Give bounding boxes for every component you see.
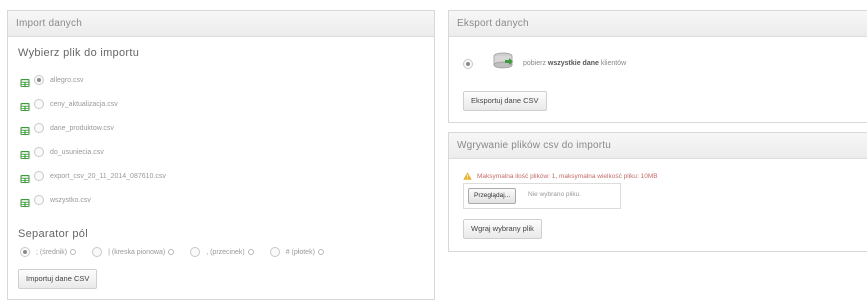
file-name: wszystko.csv xyxy=(50,196,91,204)
file-radio[interactable] xyxy=(34,123,44,133)
export-panel: Eksport danych pobierz wszystkie dane kl… xyxy=(448,10,867,123)
import-csv-button[interactable]: Importuj dane CSV xyxy=(18,269,98,289)
csv-file-icon xyxy=(20,195,30,207)
file-radio[interactable] xyxy=(34,147,44,157)
separator-label: ; (średnik) xyxy=(36,248,68,256)
separator-radio[interactable] xyxy=(92,247,103,257)
upload-panel: Wgrywanie plików csv do importu Maksymal… xyxy=(448,132,867,252)
file-name: do_usuniecia.csv xyxy=(50,148,104,156)
upload-file-button[interactable]: Wgraj wybrany plik xyxy=(463,219,542,239)
file-radio[interactable] xyxy=(34,195,44,205)
browse-button[interactable]: Przeglądaj... xyxy=(468,188,517,204)
csv-file-icon xyxy=(20,75,30,87)
file-radio[interactable] xyxy=(34,99,44,109)
info-icon xyxy=(247,249,254,255)
export-suffix: klientów xyxy=(600,60,627,67)
export-csv-button[interactable]: Eksportuj dane CSV xyxy=(463,91,547,111)
separator-option-comma[interactable]: , (przecinek) xyxy=(190,247,254,257)
export-radio[interactable] xyxy=(463,58,473,69)
separator-radio[interactable] xyxy=(20,247,30,257)
separator-option-semicolon[interactable]: ; (średnik) xyxy=(20,247,77,257)
file-radio[interactable] xyxy=(34,75,44,85)
separator-label: , (przecinek) xyxy=(206,248,245,256)
choose-file-title: Wybierz plik do importu xyxy=(18,47,140,59)
file-name: allegro.csv xyxy=(50,76,84,84)
import-panel-header: Import danych xyxy=(8,11,434,37)
file-name: ceny_aktualizacja.csv xyxy=(50,100,118,108)
csv-file-icon xyxy=(20,147,30,159)
separator-radio[interactable] xyxy=(269,247,280,257)
file-radio[interactable] xyxy=(34,171,44,181)
file-row[interactable]: allegro.csv xyxy=(20,73,83,87)
no-file-text: Nie wybrano pliku. xyxy=(528,191,582,198)
info-icon xyxy=(317,249,324,255)
import-panel: Import danych Wybierz plik do importu al… xyxy=(7,10,435,300)
file-row[interactable]: export_csv_20_11_2014_087610.csv xyxy=(20,169,166,183)
csv-file-icon xyxy=(20,99,30,111)
separator-label: | (kreska pionowa) xyxy=(108,248,166,256)
file-name: export_csv_20_11_2014_087610.csv xyxy=(50,172,166,180)
export-option-text: pobierz wszystkie dane klientów xyxy=(523,60,626,67)
file-input[interactable]: Przeglądaj... Nie wybrano pliku. xyxy=(463,183,621,209)
file-row[interactable]: ceny_aktualizacja.csv xyxy=(20,97,118,111)
separator-options: ; (średnik) | (kreska pionowa) , (przeci… xyxy=(20,247,340,257)
info-icon xyxy=(70,249,77,255)
export-prefix: pobierz xyxy=(523,60,546,67)
database-icon xyxy=(491,51,515,76)
separator-label: # (płotek) xyxy=(285,248,315,256)
export-option[interactable]: pobierz wszystkie dane klientów xyxy=(463,51,626,76)
separator-radio[interactable] xyxy=(190,247,201,257)
separator-title: Separator pól xyxy=(18,228,88,240)
export-bold: wszystkie dane xyxy=(547,60,599,67)
file-row[interactable]: dane_produktow.csv xyxy=(20,121,114,135)
info-icon xyxy=(168,249,175,255)
file-row[interactable]: wszystko.csv xyxy=(20,193,91,207)
file-name: dane_produktow.csv xyxy=(50,124,114,132)
separator-option-pipe[interactable]: | (kreska pionowa) xyxy=(92,247,175,257)
warning-text: Maksymalna ilość plików: 1, maksymalna w… xyxy=(477,172,658,180)
csv-file-icon xyxy=(20,171,30,183)
file-row[interactable]: do_usuniecia.csv xyxy=(20,145,104,159)
export-panel-header: Eksport danych xyxy=(449,11,867,37)
upload-panel-header: Wgrywanie plików csv do importu xyxy=(449,133,867,159)
separator-option-hash[interactable]: # (płotek) xyxy=(269,247,324,257)
csv-file-icon xyxy=(20,123,30,135)
